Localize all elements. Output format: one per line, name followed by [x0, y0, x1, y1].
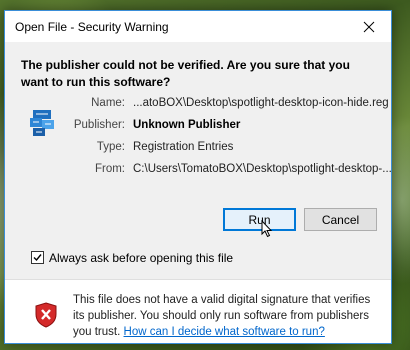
publisher-value: Unknown Publisher — [133, 119, 241, 131]
type-label: Type: — [96, 141, 125, 153]
always-ask-checkbox[interactable] — [31, 251, 44, 264]
publisher-row: Publisher: Unknown Publisher — [5, 119, 393, 137]
close-icon — [363, 21, 375, 32]
close-button[interactable] — [347, 11, 391, 42]
from-row: From: C:\Users\TomatoBOX\Desktop\spotlig… — [5, 163, 393, 181]
help-link[interactable]: How can I decide what software to run? — [124, 326, 325, 338]
name-row: Name: ...atoBOX\Desktop\spotlight-deskto… — [5, 97, 393, 115]
security-shield-icon — [35, 302, 57, 328]
always-ask-label: Always ask before opening this file — [49, 251, 234, 265]
footer-panel: This file does not have a valid digital … — [5, 279, 391, 343]
dialog-title: Open File - Security Warning — [15, 20, 169, 34]
warning-question: The publisher could not be verified. Are… — [21, 58, 350, 89]
mouse-pointer-icon — [261, 220, 273, 238]
run-button[interactable]: Run — [223, 208, 296, 231]
cancel-button-label: Cancel — [321, 212, 360, 227]
from-label: From: — [94, 163, 125, 175]
name-label: Name: — [91, 97, 125, 109]
footer-message: This file does not have a valid digital … — [73, 292, 373, 340]
security-warning-dialog: Open File - Security Warning The publish… — [4, 10, 392, 344]
cancel-button[interactable]: Cancel — [304, 208, 377, 231]
name-value: ...atoBOX\Desktop\spotlight-desktop-icon… — [133, 97, 389, 109]
checkmark-icon — [33, 254, 42, 262]
from-value: C:\Users\TomatoBOX\Desktop\spotlight-des… — [133, 163, 392, 175]
publisher-label: Publisher: — [73, 119, 125, 131]
type-row: Type: Registration Entries — [5, 141, 393, 159]
type-value: Registration Entries — [133, 141, 234, 153]
title-bar: Open File - Security Warning — [5, 11, 391, 42]
